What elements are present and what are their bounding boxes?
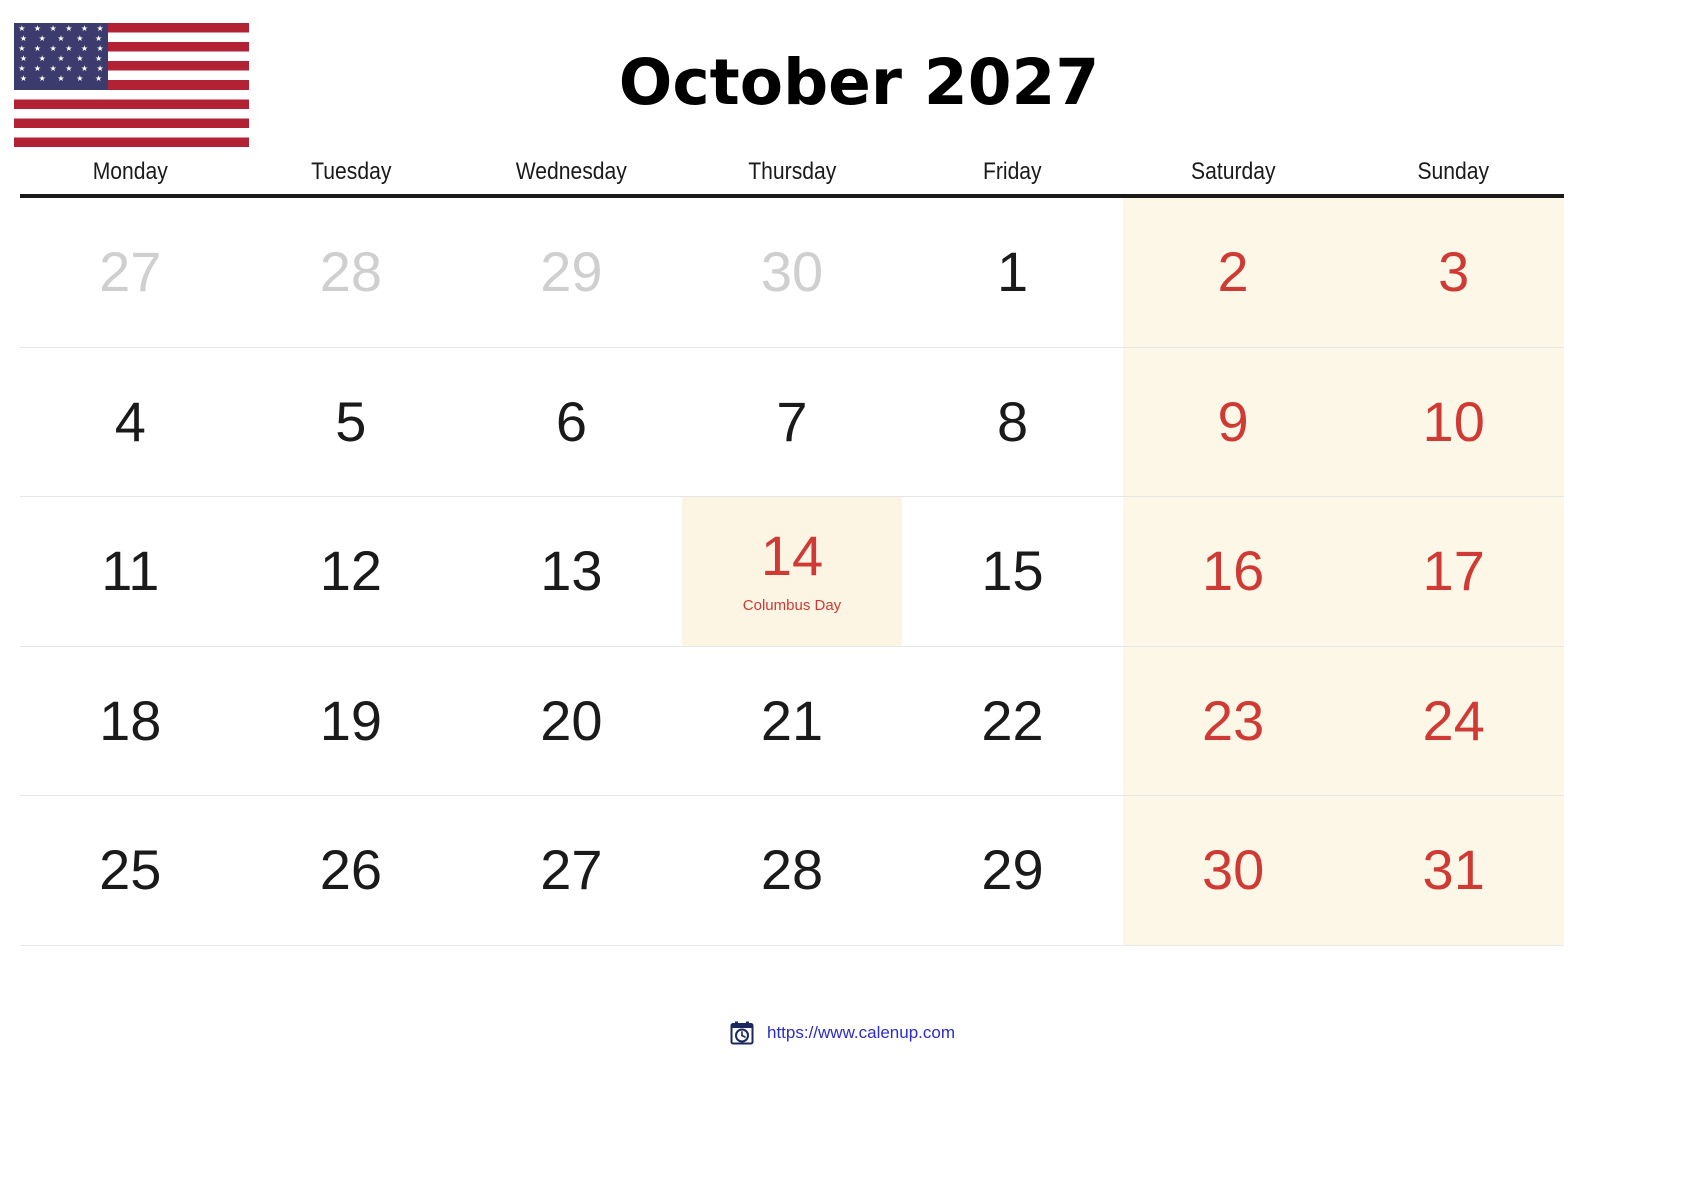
day-number: 7 xyxy=(776,389,808,453)
calendar-day-cell[interactable]: 12 xyxy=(241,497,462,646)
calendar-day-cell[interactable]: 1 xyxy=(902,198,1123,347)
calendar-day-cell[interactable]: 31 xyxy=(1343,796,1564,945)
calendar-day-cell[interactable]: 5 xyxy=(241,348,462,497)
day-number: 21 xyxy=(760,688,824,752)
day-number: 28 xyxy=(760,838,824,902)
calendar-day-cell[interactable]: 25 xyxy=(20,796,241,945)
calendar-week-row: 11 12 13 14 Columbus Day 15 16 17 xyxy=(20,497,1564,647)
calendar-day-cell[interactable]: 13 xyxy=(461,497,682,646)
day-number: 19 xyxy=(319,688,382,752)
calendar-day-cell[interactable]: 28 xyxy=(241,198,462,347)
calendar-day-cell[interactable]: 29 xyxy=(461,198,682,347)
day-number: 3 xyxy=(1438,240,1470,304)
calendar-day-cell[interactable]: 7 xyxy=(682,348,903,497)
day-number: 25 xyxy=(99,838,162,902)
calendar-grid: Monday Tuesday Wednesday Thursday Friday… xyxy=(20,158,1564,946)
calendar-day-cell[interactable]: 29 xyxy=(902,796,1123,945)
calendar-day-cell[interactable]: 2 xyxy=(1122,198,1344,347)
calendar-day-cell[interactable]: 27 xyxy=(20,198,241,347)
calendar-day-cell[interactable]: 10 xyxy=(1343,347,1564,496)
flag-star-row: ★ ★ ★ ★ ★ ★ xyxy=(18,24,104,33)
calendar-day-cell[interactable]: 27 xyxy=(461,796,682,945)
day-number: 14 xyxy=(760,524,824,587)
day-number: 12 xyxy=(319,539,382,603)
calendar-day-cell[interactable]: 30 xyxy=(1122,796,1344,945)
weekday-header-friday: Friday xyxy=(983,158,1042,185)
weekday-header-saturday: Saturday xyxy=(1190,158,1276,185)
day-number: 24 xyxy=(1422,688,1485,752)
calendar-day-cell[interactable]: 19 xyxy=(241,647,462,796)
day-number: 18 xyxy=(99,688,162,752)
calendar-day-cell[interactable]: 14 Columbus Day xyxy=(681,497,903,646)
day-number: 11 xyxy=(101,539,160,603)
day-number: 5 xyxy=(335,389,367,453)
weekday-header-thursday: Thursday xyxy=(747,158,837,185)
calendar-day-cell[interactable]: 28 xyxy=(682,796,903,945)
weekday-header-row: Monday Tuesday Wednesday Thursday Friday… xyxy=(20,158,1564,198)
calendar-day-cell[interactable]: 17 xyxy=(1343,497,1564,646)
calendar-day-cell[interactable]: 3 xyxy=(1343,198,1564,347)
day-number: 29 xyxy=(540,240,603,304)
weekday-header-monday: Monday xyxy=(92,158,168,185)
day-number: 6 xyxy=(555,389,587,453)
day-number: 2 xyxy=(1217,240,1249,304)
day-number: 30 xyxy=(760,240,824,304)
day-number: 26 xyxy=(319,838,382,902)
day-number: 31 xyxy=(1422,838,1485,902)
day-number: 16 xyxy=(1201,539,1265,603)
day-number: 22 xyxy=(981,688,1044,752)
day-number: 9 xyxy=(1217,389,1249,453)
day-number: 10 xyxy=(1422,389,1485,453)
day-number: 27 xyxy=(540,838,603,902)
day-number: 20 xyxy=(540,688,603,752)
calendar-day-cell[interactable]: 23 xyxy=(1122,646,1344,795)
calendar-weeks: 27 28 29 30 1 2 3 4 5 6 7 8 9 10 11 12 13 14 Columbus Day 1… xyxy=(20,198,1564,946)
calendar-week-row: 18 19 20 21 22 23 24 xyxy=(20,646,1564,796)
calendar-week-row: 4 5 6 7 8 9 10 xyxy=(20,347,1564,497)
calendar-day-cell[interactable]: 8 xyxy=(902,348,1123,497)
calendar-day-cell[interactable]: 24 xyxy=(1343,646,1564,795)
page-title: October 2027 xyxy=(618,46,1100,119)
day-number: 4 xyxy=(114,389,146,453)
day-number: 8 xyxy=(996,389,1029,453)
calendar-day-cell[interactable]: 21 xyxy=(682,647,903,796)
day-number: 13 xyxy=(540,539,603,603)
day-number: 30 xyxy=(1201,838,1265,902)
holiday-label: Columbus Day xyxy=(742,597,842,614)
flag-star-row: ★ ★ ★ ★ ★ xyxy=(19,34,103,43)
day-number: 15 xyxy=(981,539,1044,603)
calendar-day-cell[interactable]: 20 xyxy=(461,647,682,796)
day-number: 29 xyxy=(981,838,1044,902)
calendar-day-cell[interactable]: 18 xyxy=(20,647,241,796)
page-header: ★ ★ ★ ★ ★ ★ ★ ★ ★ ★ ★ ★ ★ ★ ★ ★ ★ ★ ★ ★ ★ ★ ★ ★ ★ ★ ★ ★ ★ ★ ★ ★ ★ O… xyxy=(0,0,1684,150)
day-number: 28 xyxy=(319,240,382,304)
calendar-day-cell[interactable]: 9 xyxy=(1122,347,1344,496)
weekday-header-sunday: Sunday xyxy=(1417,158,1490,185)
calendar-day-cell[interactable]: 15 xyxy=(902,497,1123,646)
day-number: 27 xyxy=(99,240,162,304)
website-link[interactable]: https://www.calenup.com xyxy=(767,1023,955,1043)
page-footer: https://www.calenup.com xyxy=(0,1020,1684,1046)
calendar-day-cell[interactable]: 26 xyxy=(241,796,462,945)
calendar-page: ★ ★ ★ ★ ★ ★ ★ ★ ★ ★ ★ ★ ★ ★ ★ ★ ★ ★ ★ ★ ★ ★ ★ ★ ★ ★ ★ ★ ★ ★ ★ ★ ★ O… xyxy=(0,0,1684,1191)
calendar-week-row: 27 28 29 30 1 2 3 xyxy=(20,198,1564,348)
calendar-day-cell[interactable]: 22 xyxy=(902,647,1123,796)
calendar-clock-icon xyxy=(729,1020,755,1046)
calendar-day-cell[interactable]: 4 xyxy=(20,348,241,497)
day-number: 17 xyxy=(1422,539,1485,603)
weekday-header-wednesday: Wednesday xyxy=(515,158,627,185)
calendar-day-cell[interactable]: 6 xyxy=(461,348,682,497)
weekday-header-tuesday: Tuesday xyxy=(310,158,391,185)
calendar-day-cell[interactable]: 16 xyxy=(1122,497,1344,646)
calendar-day-cell[interactable]: 11 xyxy=(20,497,241,646)
day-number: 23 xyxy=(1201,688,1265,752)
calendar-day-cell[interactable]: 30 xyxy=(682,198,903,347)
calendar-week-row: 25 26 27 28 29 30 31 xyxy=(20,796,1564,946)
day-number: 1 xyxy=(996,240,1029,304)
